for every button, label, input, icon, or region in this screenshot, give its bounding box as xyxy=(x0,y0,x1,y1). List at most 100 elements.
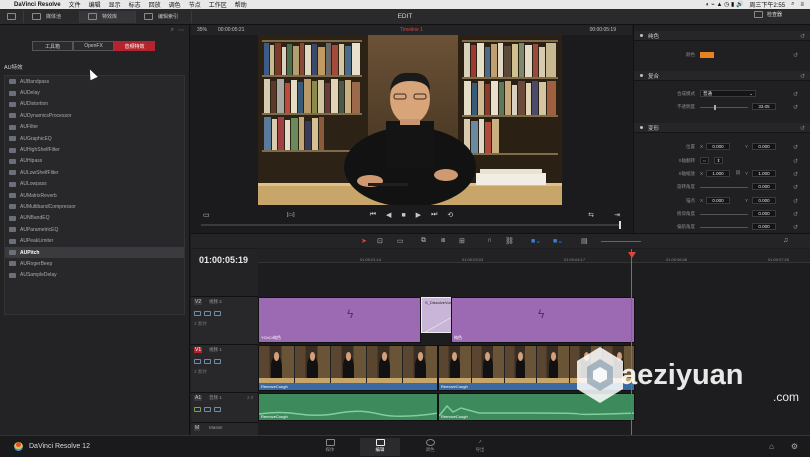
opacity-slider-thumb[interactable] xyxy=(714,105,716,110)
search-icon[interactable]: ⌕ xyxy=(171,27,174,34)
loop-icon[interactable]: ⟲ xyxy=(447,211,453,219)
audio-icon[interactable]: ♫ xyxy=(783,237,788,244)
section-toggle-icon[interactable] xyxy=(640,34,643,37)
menu-file[interactable]: 文件 xyxy=(69,0,81,9)
menu-list-icon[interactable]: ≡ xyxy=(800,2,804,8)
reset-icon[interactable]: ↺ xyxy=(793,144,798,151)
tab-openfx[interactable]: OpenFX xyxy=(73,41,114,51)
anchor-x-field[interactable]: 0.000 xyxy=(706,197,730,204)
yaw-field[interactable]: 0.000 xyxy=(752,223,776,230)
match-frame-icon[interactable]: ⇆ xyxy=(588,211,594,219)
flag-icon[interactable]: ■⌄ xyxy=(531,237,541,245)
tab-audio-fx[interactable]: 音频特效 xyxy=(114,41,155,51)
video-toggle-icon[interactable] xyxy=(214,311,221,316)
solid-color-section[interactable]: 纯色 ↺ xyxy=(634,31,810,41)
timeline-name[interactable]: Timeline 1 xyxy=(191,27,632,33)
menu-workspace[interactable]: 工作区 xyxy=(209,0,227,9)
track-id[interactable]: V2 xyxy=(194,299,203,305)
output-icon[interactable]: ⇥ xyxy=(614,211,620,219)
menu-edit[interactable]: 编辑 xyxy=(89,0,101,9)
effects-library-button[interactable]: 特效库 xyxy=(80,10,136,23)
track-name[interactable]: 视频 2 xyxy=(209,299,222,305)
page-edit[interactable]: 编辑 xyxy=(360,438,400,456)
reset-icon[interactable]: ↺ xyxy=(793,224,798,231)
effect-item[interactable]: AUPitch xyxy=(5,246,184,259)
auto-select-icon[interactable] xyxy=(204,359,211,364)
composite-section[interactable]: 复合 ↺ xyxy=(634,71,810,81)
reset-icon[interactable]: ↺ xyxy=(793,104,798,111)
rotation-slider[interactable] xyxy=(700,187,748,188)
track-id[interactable]: A1 xyxy=(194,395,203,401)
trim-tool-icon[interactable]: ⊡ xyxy=(377,237,383,245)
pitch-slider[interactable] xyxy=(700,214,748,215)
playhead-handle[interactable] xyxy=(628,252,636,258)
search-icon[interactable]: ⌕ xyxy=(791,1,794,8)
menu-color[interactable]: 调色 xyxy=(169,0,181,9)
reset-icon[interactable]: ↺ xyxy=(793,184,798,191)
effect-item[interactable]: AURogerBeep xyxy=(5,258,184,269)
window-layout-button[interactable] xyxy=(0,10,24,23)
tab-toolbox[interactable]: 工具箱 xyxy=(32,41,73,51)
viewer-layout-icon[interactable]: ▭ xyxy=(203,211,210,219)
play-icon[interactable]: ▶ xyxy=(416,211,421,219)
pitch-field[interactable]: 0.000 xyxy=(752,210,776,217)
page-media[interactable]: 媒体 xyxy=(310,438,350,456)
effect-item[interactable]: AUMatrixReverb xyxy=(5,190,184,201)
marker-icon[interactable]: ■⌄ xyxy=(553,237,563,245)
timeline-clip-solid[interactable]: ϟ 纯色 xyxy=(451,297,635,343)
blade-tool-icon[interactable]: ▭ xyxy=(397,237,404,245)
menu-help[interactable]: 帮助 xyxy=(235,0,247,9)
flip-horizontal-icon[interactable]: ⇔ xyxy=(700,157,709,164)
effect-item[interactable]: AUDistortion xyxy=(5,99,184,110)
menu-playback[interactable]: 回放 xyxy=(149,0,161,9)
track-id[interactable]: V1 xyxy=(194,347,203,353)
home-icon[interactable]: ⌂ xyxy=(769,442,774,451)
menu-nodes[interactable]: 节点 xyxy=(189,0,201,9)
menubar-app-name[interactable]: DaVinci Resolve xyxy=(14,2,61,8)
flip-vertical-icon[interactable]: ⇕ xyxy=(714,157,723,164)
anchor-y-field[interactable]: 0.000 xyxy=(752,197,776,204)
zoom-x-field[interactable]: 1.000 xyxy=(706,170,730,177)
effect-item[interactable]: AUMultibandCompressor xyxy=(5,201,184,212)
track-name[interactable]: 音频 1 xyxy=(209,395,222,401)
effect-item[interactable]: AUHipass xyxy=(5,156,184,167)
timeline-clip-solid-ycbcr[interactable]: ϟ YCbCr纯色 xyxy=(258,297,421,343)
link-icon[interactable]: ⛓ xyxy=(735,170,741,176)
step-back-icon[interactable]: ◀ xyxy=(386,211,391,219)
effect-item[interactable]: AUGraphicEQ xyxy=(5,133,184,144)
effect-item[interactable]: AUDelay xyxy=(5,87,184,98)
linked-selection-icon[interactable]: ⛓ xyxy=(505,237,514,245)
reset-icon[interactable]: ↺ xyxy=(793,91,798,98)
track-header-v1[interactable]: V1 视频 1 3 素材 xyxy=(191,344,258,392)
effect-item[interactable]: AUHighShelfFilter xyxy=(5,144,184,155)
color-swatch[interactable] xyxy=(700,52,714,58)
video-toggle-icon[interactable] xyxy=(214,359,221,364)
yaw-slider[interactable] xyxy=(700,227,748,228)
section-toggle-icon[interactable] xyxy=(640,126,643,129)
position-x-field[interactable]: 0.000 xyxy=(706,143,730,150)
lock-icon[interactable] xyxy=(194,407,201,412)
clip-range-icon[interactable]: [▭] xyxy=(287,212,295,218)
insert-clip-icon[interactable]: ⧉ xyxy=(421,237,426,245)
page-deliver[interactable]: ➚ 导出 xyxy=(460,438,500,456)
page-color[interactable]: 调色 xyxy=(410,438,450,456)
track-header-v2[interactable]: V2 视频 2 3 素材 xyxy=(191,296,258,344)
track-name[interactable]: Master xyxy=(209,425,223,430)
mute-icon[interactable] xyxy=(214,407,221,412)
effect-item[interactable]: AUFilter xyxy=(5,122,184,133)
more-options-icon[interactable]: ⋯ xyxy=(178,27,184,34)
section-toggle-icon[interactable] xyxy=(640,74,643,77)
effect-item[interactable]: AUDynamicsProcessor xyxy=(5,110,184,121)
auto-select-icon[interactable] xyxy=(204,311,211,316)
effect-item[interactable]: AULowShelfFilter xyxy=(5,167,184,178)
timeline-ruler[interactable]: 01:00:01:14 01:00:03:03 01:00:04:17 01:0… xyxy=(258,249,810,263)
transform-section[interactable]: 变形 ↺ xyxy=(634,123,810,133)
composite-mode-select[interactable]: 普通 ⌄ xyxy=(700,90,756,97)
snapping-icon[interactable]: ∩ xyxy=(487,237,492,244)
timeline-clip-video-1[interactable]: RemoveCough xyxy=(258,345,438,391)
inspector-button[interactable]: 检查器 xyxy=(753,11,782,18)
reset-icon[interactable]: ↺ xyxy=(793,211,798,218)
reset-icon[interactable]: ↺ xyxy=(793,171,798,178)
timeline-clip-audio-1[interactable]: RemoveCough xyxy=(258,393,438,421)
reset-icon[interactable]: ↺ xyxy=(800,33,805,40)
